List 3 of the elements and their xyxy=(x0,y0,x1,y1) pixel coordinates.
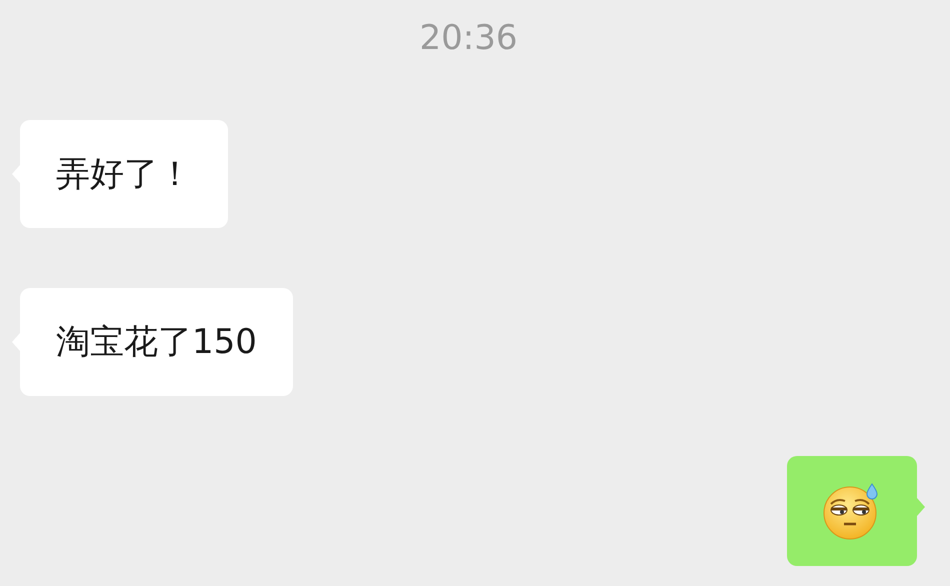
message-bubble: 弄好了！ xyxy=(20,120,228,228)
timestamp: 20:36 xyxy=(420,18,518,58)
message-bubble: 淘宝花了150 xyxy=(20,288,293,396)
